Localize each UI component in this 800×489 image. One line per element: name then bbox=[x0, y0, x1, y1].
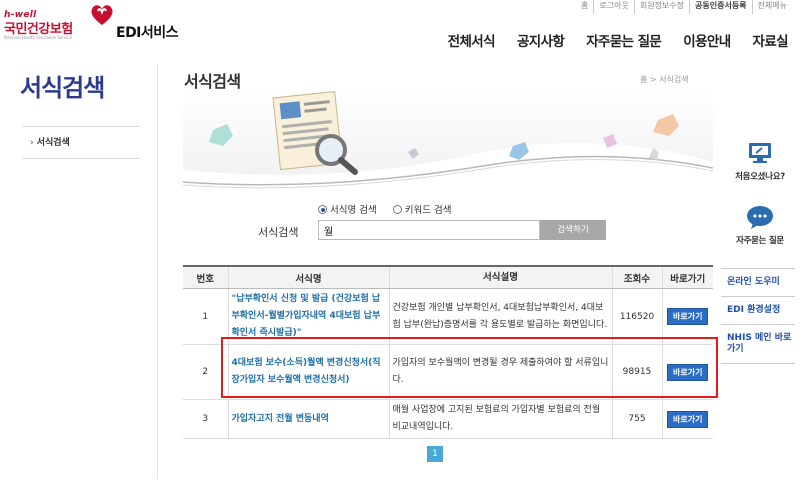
col-header-name: 서식명 bbox=[227, 265, 389, 289]
quick-first-visit-label: 처음오셨나요? bbox=[735, 172, 785, 182]
util-member-edit-link[interactable]: 회원정보수정 bbox=[633, 0, 689, 14]
form-description: 매월 사업장에 고지된 보험료의 가입자별 보험료의 전월 비교내역입니다. bbox=[388, 399, 612, 439]
row-number: 3 bbox=[183, 399, 228, 439]
radio-form-name[interactable]: 서식명 검색 bbox=[318, 202, 377, 216]
nav-guide[interactable]: 이용안내 bbox=[683, 30, 731, 50]
arrow-right-icon: › bbox=[30, 138, 34, 148]
highlight-box bbox=[221, 337, 718, 398]
radio-selected-icon bbox=[318, 205, 327, 214]
form-name-link[interactable]: "납부확인서 신청 및 발급 (건강보험 납부확인서-월별가입자내역 4대보험 … bbox=[232, 291, 386, 342]
col-header-desc: 서식설명 bbox=[388, 265, 612, 289]
main-nav: 전체서식 공지사항 자주묻는 질문 이용안내 자료실 bbox=[448, 30, 789, 50]
nav-notice[interactable]: 공지사항 bbox=[517, 30, 565, 50]
logo-subtitle: National Health Insurance Service bbox=[4, 35, 73, 40]
chat-bubble-icon bbox=[747, 206, 773, 229]
radio-keyword[interactable]: 키워드 검색 bbox=[392, 202, 451, 216]
search-label: 서식검색 bbox=[258, 226, 299, 239]
col-header-go: 바로가기 bbox=[661, 265, 713, 289]
util-home-link[interactable]: 홈 bbox=[576, 0, 593, 14]
side-link-edi-settings[interactable]: EDI 환경설정 bbox=[721, 297, 795, 325]
monitor-icon bbox=[749, 143, 771, 163]
form-name-link[interactable]: 가입자고지 전월 변동내역 bbox=[232, 411, 386, 428]
side-links: 온라인 도우미 EDI 환경설정 NHIS 메인 바로가기 bbox=[721, 268, 795, 364]
page-title: 서식검색 bbox=[184, 72, 241, 91]
side-link-nhis-main[interactable]: NHIS 메인 바로가기 bbox=[721, 325, 795, 364]
util-cert-register-link[interactable]: 공동인증서등록 bbox=[689, 0, 752, 14]
col-header-no: 번호 bbox=[183, 265, 228, 289]
site-logo[interactable]: h-well 국민건강보험 National Health Insurance … bbox=[4, 4, 114, 44]
nav-all-forms[interactable]: 전체서식 bbox=[448, 30, 496, 50]
util-all-menu-link[interactable]: 전체메뉴 bbox=[751, 0, 792, 14]
col-header-count: 조회수 bbox=[611, 265, 662, 289]
quick-first-visit[interactable]: 처음오셨나요? bbox=[720, 140, 800, 182]
search-input[interactable] bbox=[318, 220, 540, 240]
nav-library[interactable]: 자료실 bbox=[753, 30, 789, 50]
lnb-item-label: 서식검색 bbox=[36, 138, 70, 148]
quick-faq-label: 자주묻는 질문 bbox=[736, 236, 784, 246]
view-count: 755 bbox=[611, 399, 662, 439]
radio-unselected-icon bbox=[392, 205, 402, 214]
service-name: EDI서비스 bbox=[116, 25, 179, 41]
side-link-online-help[interactable]: 온라인 도우미 bbox=[721, 268, 795, 297]
util-logout-link[interactable]: 로그아웃 bbox=[593, 0, 633, 14]
lnb-item-form-search[interactable]: › 서식검색 bbox=[22, 126, 140, 159]
utility-nav: 홈 로그아웃 회원정보수정 공동인증서등록 전체메뉴 bbox=[576, 0, 792, 14]
quick-faq[interactable]: 자주묻는 질문 bbox=[720, 204, 800, 246]
search-type-radios: 서식명 검색 키워드 검색 bbox=[318, 202, 451, 216]
search-button[interactable]: 검색하기 bbox=[540, 220, 606, 240]
heart-logo-icon bbox=[91, 5, 113, 25]
go-button[interactable]: 바로가기 bbox=[667, 308, 709, 325]
table-header-row: 번호 서식명 서식설명 조회수 바로가기 bbox=[183, 265, 713, 289]
table-row: 3 가입자고지 전월 변동내역 매월 사업장에 고지된 보험료의 가입자별 보험… bbox=[183, 399, 713, 439]
breadcrumb: 홈 > 서식검색 bbox=[640, 75, 689, 84]
page-button-current[interactable]: 1 bbox=[427, 446, 443, 462]
nav-faq[interactable]: 자주묻는 질문 bbox=[586, 30, 662, 50]
divider bbox=[157, 64, 158, 479]
lnb-title: 서식검색 bbox=[20, 74, 105, 102]
search-banner-illustration bbox=[183, 90, 713, 189]
go-button[interactable]: 바로가기 bbox=[667, 410, 709, 428]
